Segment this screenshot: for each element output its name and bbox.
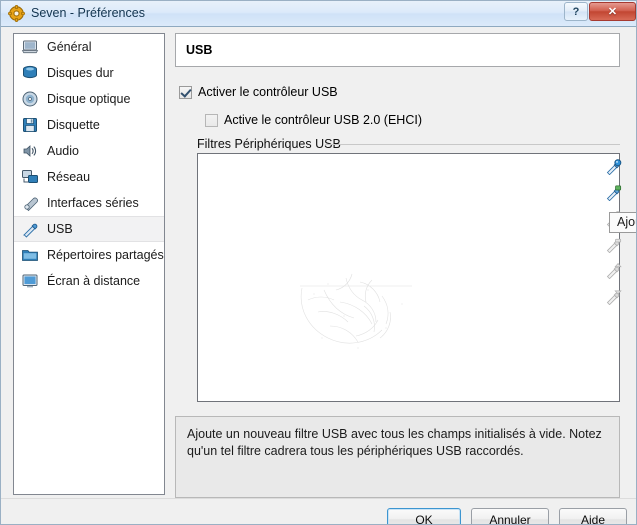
harddisk-icon bbox=[23, 65, 37, 79]
usb-filter-move-down-button[interactable] bbox=[601, 283, 625, 309]
monitor-icon bbox=[21, 40, 39, 54]
sidebar-item-label: USB bbox=[47, 222, 73, 236]
window-title: Seven - Préférences bbox=[31, 6, 145, 20]
usb-filter-move-up-button[interactable] bbox=[601, 257, 625, 283]
sidebar-item-label: Audio bbox=[47, 144, 79, 158]
usb-filters-list[interactable] bbox=[197, 153, 620, 402]
usb-filter-add-icon bbox=[606, 158, 621, 175]
preferences-window: Seven - Préférences ? ✕ Général Disques … bbox=[0, 0, 637, 525]
sidebar-item-label: Disquette bbox=[47, 118, 100, 132]
dialog-buttons: OK Annuler Aide bbox=[387, 508, 627, 524]
usb-filter-add-from-icon bbox=[606, 185, 621, 201]
usb-filter-move-down-icon bbox=[606, 289, 622, 305]
cd-icon bbox=[22, 91, 38, 107]
footer-divider bbox=[1, 498, 636, 499]
enable-usb2-controller-row[interactable]: Active le contrôleur USB 2.0 (EHCI) bbox=[205, 113, 422, 127]
sidebar-item-shared-folders[interactable]: Répertoires partagés bbox=[14, 242, 164, 268]
help-button[interactable]: ? bbox=[564, 2, 588, 21]
sidebar-item-hard-disks[interactable]: Disques dur bbox=[14, 60, 164, 86]
enable-usb-controller-row[interactable]: Activer le contrôleur USB bbox=[179, 85, 338, 99]
sidebar-item-remote-display[interactable]: Écran à distance bbox=[14, 268, 164, 294]
settings-category-list[interactable]: Général Disques dur Disque optique Disqu… bbox=[13, 33, 165, 495]
usb-filter-move-up-icon bbox=[606, 262, 622, 279]
cancel-button[interactable]: Annuler bbox=[471, 508, 549, 524]
sidebar-item-floppy[interactable]: Disquette bbox=[14, 112, 164, 138]
usb-filter-add-button[interactable] bbox=[601, 153, 625, 179]
sidebar-item-label: Général bbox=[47, 40, 92, 54]
sidebar-item-network[interactable]: Réseau bbox=[14, 164, 164, 190]
group-divider bbox=[325, 144, 620, 145]
floppy-icon bbox=[23, 118, 37, 132]
window-buttons: ? ✕ bbox=[564, 2, 636, 21]
usb-plug-icon bbox=[23, 223, 38, 238]
sidebar-item-label: Écran à distance bbox=[47, 274, 141, 288]
sidebar-item-serial-ports[interactable]: Interfaces séries bbox=[14, 190, 164, 216]
watermark-artifact bbox=[300, 273, 412, 349]
usb-filter-add-from-device-button[interactable] bbox=[601, 179, 625, 205]
close-button[interactable]: ✕ bbox=[589, 2, 636, 21]
dialog-body: Général Disques dur Disque optique Disqu… bbox=[1, 27, 636, 524]
sidebar-item-label: Réseau bbox=[47, 170, 91, 184]
titlebar: Seven - Préférences ? ✕ bbox=[1, 1, 636, 27]
sidebar-item-optical-disk[interactable]: Disque optique bbox=[14, 86, 164, 112]
help-action-button[interactable]: Aide bbox=[559, 508, 627, 524]
sidebar-item-label: Disque optique bbox=[47, 92, 131, 106]
usb-filter-remove-button[interactable] bbox=[601, 231, 625, 257]
enable-usb2-controller-label: Active le contrôleur USB 2.0 (EHCI) bbox=[224, 113, 422, 127]
shared-folder-icon bbox=[22, 250, 38, 261]
enable-usb2-controller-checkbox[interactable] bbox=[205, 113, 218, 127]
sidebar-item-general[interactable]: Général bbox=[14, 34, 164, 60]
network-icon bbox=[22, 170, 38, 183]
sidebar-item-label: Répertoires partagés bbox=[47, 248, 164, 262]
sidebar-item-label: Disques dur bbox=[47, 66, 114, 80]
ok-button[interactable]: OK bbox=[387, 508, 461, 524]
speaker-icon bbox=[23, 145, 37, 157]
usb-settings-pane: USB Activer le contrôleur USB Active le … bbox=[175, 33, 627, 498]
sidebar-item-audio[interactable]: Audio bbox=[14, 138, 164, 164]
sidebar-item-label: Interfaces séries bbox=[47, 196, 139, 210]
usb-filter-remove-icon bbox=[606, 238, 621, 253]
gear-icon bbox=[8, 5, 25, 22]
enable-usb-controller-label: Activer le contrôleur USB bbox=[198, 85, 338, 99]
remote-display-icon bbox=[22, 274, 38, 288]
enable-usb-controller-checkbox[interactable] bbox=[179, 85, 192, 99]
page-title: USB bbox=[175, 33, 620, 67]
serial-port-icon bbox=[24, 197, 38, 212]
sidebar-item-usb[interactable]: USB bbox=[14, 216, 164, 242]
toolbar-tooltip: Ajou bbox=[609, 212, 636, 233]
hint-panel: Ajoute un nouveau filtre USB avec tous l… bbox=[175, 416, 620, 498]
